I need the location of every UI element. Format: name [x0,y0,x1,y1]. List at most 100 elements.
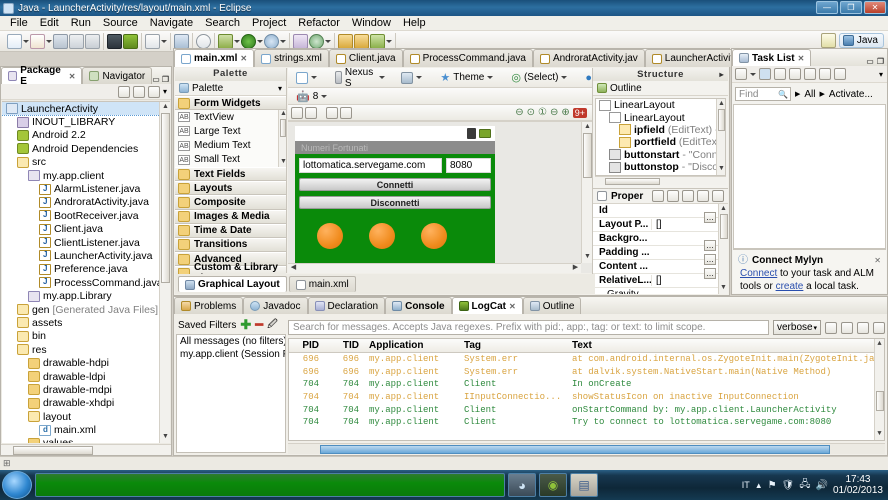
bottom-tab-main-xml[interactable]: main.xml [289,276,356,292]
tree-item[interactable]: drawable-ldpi [2,370,170,383]
scroll-right-arrow[interactable]: ▶ [571,264,580,273]
new-class-dropdown-icon[interactable] [46,34,52,49]
network-icon[interactable]: 🖧 [799,477,810,494]
collapse-all-icon[interactable] [819,68,831,80]
link-with-editor-icon[interactable] [133,86,145,98]
mylyn-create-link[interactable]: create [776,281,804,292]
new-java-class-icon[interactable] [30,34,45,49]
menu-item-window[interactable]: Window [346,16,397,31]
mylyn-connect-link[interactable]: Connect [740,268,777,279]
remove-filter-icon[interactable]: ━ [255,317,263,333]
clock[interactable]: 17:43 01/02/2013 [833,474,883,496]
scroll-up-arrow[interactable]: ▲ [719,205,728,214]
new-dropdown-icon[interactable] [23,34,29,49]
logcat-table[interactable]: PID TID Application Tag Text 696696my.ap… [288,338,885,441]
vscroll-thumb[interactable] [876,391,884,411]
vscroll-thumb[interactable] [720,214,728,239]
tab-package-explorer[interactable]: Package E ✕ [1,67,82,84]
logcat-row[interactable]: 704704my.app.clientClientonStartCommand … [289,403,884,416]
disconnect-button[interactable]: Disconnetti [299,196,491,209]
zoom-fit-icon[interactable]: ⊙ [527,107,535,118]
synchronize-icon[interactable] [834,68,846,80]
all-arrow-icon[interactable]: ▶ [795,90,800,98]
tree-item[interactable]: ClientListener.java [2,236,170,249]
theme-selector[interactable]: ★ Theme [435,68,498,87]
outline-hscrollbar[interactable] [595,176,726,185]
filter-item[interactable]: my.app.client (Session Filte [177,348,285,361]
editor-tab-androratactivity-java[interactable]: AndroratActivity.jav [533,49,645,67]
palette-group[interactable]: Images & Media [175,210,286,224]
properties-vscrollbar[interactable]: ▲ ▼ [718,204,728,294]
save-log-icon[interactable] [825,322,837,334]
scroll-up-arrow[interactable]: ▲ [161,103,170,112]
palette-group[interactable]: Layouts [175,181,286,195]
clear-log-icon[interactable] [841,322,853,334]
show-included-icon[interactable] [291,107,303,119]
column-header-text[interactable]: Text [572,340,884,351]
editor-tab-processcommand-java[interactable]: ProcessCommand.java [403,49,533,67]
tree-item[interactable]: Preference.java [2,263,170,276]
logcat-search-input[interactable]: Search for messages. Accepts Java regexe… [288,320,769,335]
scheduled-view-icon[interactable] [774,68,786,80]
menu-item-help[interactable]: Help [397,16,432,31]
logcat-row[interactable]: 704704my.app.clientClientTry to connect … [289,416,884,429]
tab-declaration[interactable]: Declaration [308,297,386,314]
tree-item[interactable]: BootReceiver.java [2,209,170,222]
refresh-icon[interactable] [309,34,324,49]
tree-item[interactable]: src [2,156,170,169]
activate-arrow-icon[interactable]: ▶ [820,90,825,98]
view-menu-icon[interactable]: ▾ [163,87,167,96]
minimize-view-icon[interactable]: ▭ [866,57,874,66]
taskbar-item-eclipse[interactable] [35,473,505,497]
menu-item-navigate[interactable]: Navigate [144,16,199,31]
show-hidden-icons-icon[interactable]: ▲ [755,481,763,490]
scroll-down-arrow[interactable]: ▼ [583,253,592,262]
property-row[interactable]: Backgro...… [593,232,718,246]
minimize-view-icon[interactable]: ▭ [152,75,160,84]
maximize-view-icon[interactable]: ❐ [162,75,169,84]
config-button[interactable] [291,68,322,87]
connect-button[interactable]: Connetti [299,178,491,191]
port-field[interactable]: 8080 [446,158,491,173]
zoom-minus-icon[interactable]: ⊖ [550,107,558,118]
outline-item[interactable]: LinearLayout [596,111,725,123]
logcat-row[interactable]: 696696my.app.clientSystem.errat dalvik.s… [289,366,884,379]
column-header-tid[interactable]: TID [327,340,369,351]
palette-group[interactable]: Time & Date [175,224,286,238]
close-icon[interactable]: ✕ [69,72,76,81]
activate-label[interactable]: Activate... [829,89,873,100]
property-row[interactable]: RelativeL...[] [593,274,718,288]
outline-item[interactable]: LinearLayout [596,99,725,111]
tree-item[interactable]: LauncherActivity [2,102,170,115]
view-menu-filter-icon[interactable] [148,86,160,98]
vscroll-thumb[interactable] [161,113,170,283]
ip-field[interactable]: lottomatica.servegame.com [299,158,442,173]
tree-item[interactable]: ProcessCommand.java [2,276,170,289]
menu-item-run[interactable]: Run [65,16,97,31]
render-mode-icon[interactable] [305,107,317,119]
fit-width-icon[interactable] [326,107,338,119]
package-explorer-tree[interactable]: LauncherActivityINOUT_LIBRARYAndroid 2.2… [2,101,170,443]
all-label[interactable]: All [804,89,815,100]
zoom-actual-icon[interactable]: ① [538,107,547,118]
save-icon[interactable] [53,34,68,49]
close-icon[interactable]: ✕ [509,302,516,311]
tree-item[interactable]: values [2,437,170,443]
theme-dropdown-icon[interactable] [487,70,493,85]
hscroll-thumb[interactable] [605,178,660,185]
save-all-icon[interactable] [69,34,84,49]
property-browse-button[interactable]: … [704,254,716,265]
close-icon[interactable]: ✕ [798,54,805,63]
edit-filter-icon[interactable]: 🖉 [267,317,278,334]
open-type-icon[interactable] [338,34,353,49]
new-wizard-icon[interactable] [7,34,22,49]
property-row[interactable]: Layout P...[] [593,218,718,232]
zoom-out-icon[interactable]: ⊖ [515,107,523,118]
task-find-input[interactable]: Find 🔍 [735,87,791,101]
outline-item[interactable]: portfield (EditText) [596,136,725,148]
tree-item[interactable]: main.xml [2,423,170,436]
close-icon[interactable]: ✕ [874,254,881,267]
tree-item[interactable]: Client.java [2,223,170,236]
tab-problems[interactable]: Problems [174,297,243,314]
property-browse-button[interactable]: … [704,240,716,251]
